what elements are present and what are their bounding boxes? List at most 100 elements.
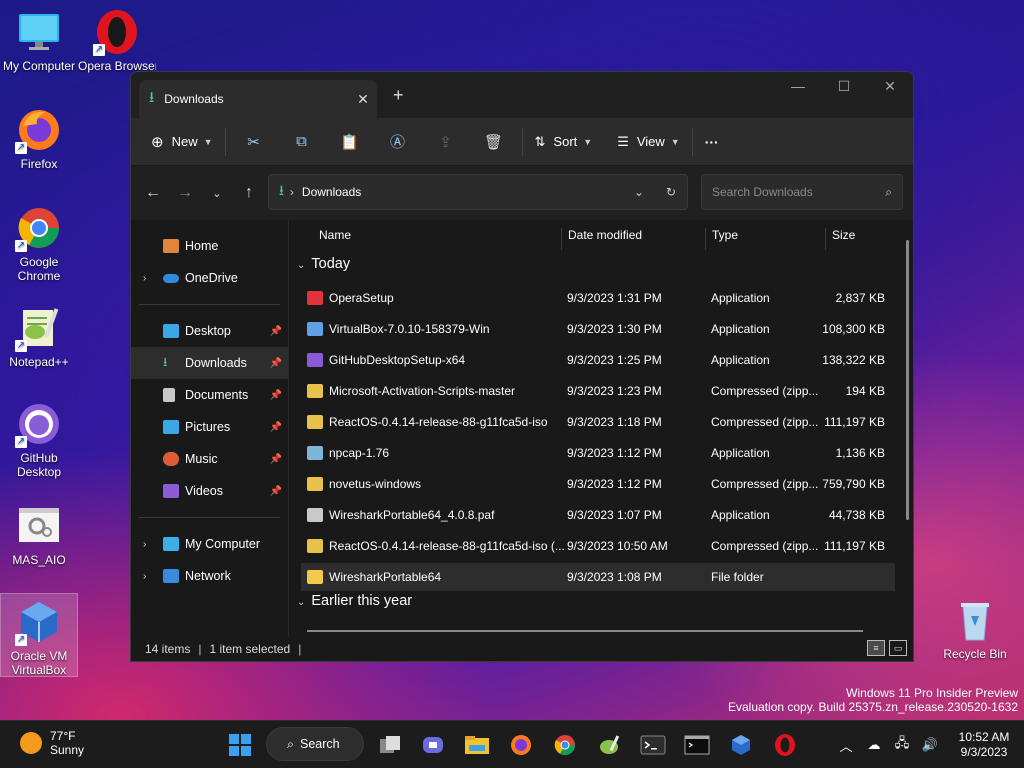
- desktop-icon-virtualbox[interactable]: ↗ Oracle VM VirtualBox: [0, 593, 78, 677]
- back-button[interactable]: ←: [137, 184, 169, 202]
- desktop-icon-firefox[interactable]: ↗ Firefox: [0, 102, 78, 171]
- file-row[interactable]: npcap-1.76 9/3/2023 1:12 PM Application 1,1…: [301, 439, 895, 467]
- delete-icon[interactable]: 🗑: [470, 125, 518, 159]
- copy-icon[interactable]: ⧉: [278, 125, 326, 159]
- recent-locations-button[interactable]: ⌄: [201, 187, 233, 200]
- vertical-scrollbar[interactable]: [906, 240, 909, 520]
- pin-icon[interactable]: 📌: [270, 326, 282, 337]
- search-input[interactable]: [712, 185, 886, 199]
- sidebar-item-onedrive[interactable]: › OneDrive: [131, 262, 288, 294]
- maximize-button[interactable]: ☐: [821, 72, 867, 102]
- notepadpp-icon[interactable]: [593, 729, 625, 761]
- refresh-icon[interactable]: ↻: [655, 185, 687, 199]
- weather-widget[interactable]: 77°F Sunny: [20, 729, 84, 757]
- pin-icon[interactable]: 📌: [270, 454, 282, 465]
- search-box[interactable]: ⌕: [701, 174, 903, 210]
- terminal-icon[interactable]: [637, 729, 669, 761]
- group-header-today[interactable]: ⌄ Today: [297, 256, 350, 272]
- column-header-size[interactable]: Size: [826, 228, 906, 250]
- chrome-icon[interactable]: [549, 729, 581, 761]
- desktop-icon-label: Firefox: [20, 157, 58, 171]
- clock[interactable]: 10:52 AM 9/3/2023: [944, 730, 1024, 760]
- close-window-button[interactable]: ✕: [867, 72, 913, 102]
- desktop-icon-chrome[interactable]: ↗ Google Chrome: [0, 200, 78, 283]
- pin-icon[interactable]: 📌: [270, 358, 282, 369]
- chevron-right-icon[interactable]: ›: [143, 571, 163, 582]
- sidebar-item-downloads[interactable]: ⭳ Downloads 📌: [131, 347, 288, 379]
- firefox-icon[interactable]: [505, 729, 537, 761]
- desktop-icon-notepadpp[interactable]: ↗ Notepad++: [0, 300, 78, 369]
- file-row[interactable]: WiresharkPortable64 9/3/2023 1:08 PM File …: [301, 563, 895, 591]
- new-tab-button[interactable]: +: [393, 85, 404, 106]
- pin-icon[interactable]: 📌: [270, 486, 282, 497]
- sidebar-item-videos[interactable]: Videos 📌: [131, 475, 288, 507]
- pin-icon[interactable]: 📌: [270, 422, 282, 433]
- task-view-icon[interactable]: [374, 729, 406, 761]
- search-icon[interactable]: ⌕: [885, 185, 892, 200]
- pin-icon[interactable]: 📌: [270, 390, 282, 401]
- file-row[interactable]: ReactOS-0.4.14-release-88-g11fca5d-iso (…: [301, 532, 895, 560]
- address-bar[interactable]: ⭳ › Downloads ⌄ ↻: [268, 174, 688, 210]
- opera-icon[interactable]: [769, 729, 801, 761]
- volume-icon[interactable]: 🔊: [916, 737, 944, 753]
- sidebar-item-network[interactable]: › Network: [131, 560, 288, 592]
- desktop-icon-mas-aio[interactable]: MAS_AIO: [0, 498, 78, 567]
- start-button[interactable]: [224, 729, 256, 761]
- view-button[interactable]: ☰ View ▼: [609, 125, 688, 159]
- sidebar-item-desktop[interactable]: Desktop 📌: [131, 315, 288, 347]
- column-header-type[interactable]: Type: [706, 228, 826, 250]
- file-row[interactable]: Microsoft-Activation-Scripts-master 9/3/2…: [301, 377, 895, 405]
- shortcut-arrow-icon: ↗: [15, 634, 27, 646]
- desktop-icon-label: Google Chrome: [17, 255, 61, 283]
- sort-button[interactable]: ⇅ Sort ▼: [527, 125, 601, 159]
- file-row[interactable]: GitHubDesktopSetup-x64 9/3/2023 1:25 PM Ap…: [301, 346, 895, 374]
- new-button[interactable]: ⊕ New ▼: [143, 125, 221, 159]
- share-icon[interactable]: ⇪: [422, 125, 470, 159]
- sidebar-item-documents[interactable]: Documents 📌: [131, 379, 288, 411]
- breadcrumb-path[interactable]: Downloads: [302, 185, 623, 199]
- chevron-down-icon[interactable]: ⌄: [623, 185, 655, 199]
- group-header-earlier[interactable]: ⌄ Earlier this year: [297, 593, 412, 609]
- desktop-icon-github[interactable]: ↗ GitHub Desktop: [0, 396, 78, 479]
- file-row[interactable]: WiresharkPortable64_4.0.8.paf 9/3/2023 1:…: [301, 501, 895, 529]
- virtualbox-icon[interactable]: [725, 729, 757, 761]
- file-row[interactable]: OperaSetup 9/3/2023 1:31 PM Application 2,8…: [301, 284, 895, 312]
- file-row[interactable]: novetus-windows 9/3/2023 1:12 PM Compresse…: [301, 470, 895, 498]
- sidebar-item-pictures[interactable]: Pictures 📌: [131, 411, 288, 443]
- teams-chat-icon[interactable]: [417, 729, 449, 761]
- paste-icon[interactable]: 📋: [326, 125, 374, 159]
- desktop-icon-my-computer[interactable]: My Computer: [0, 4, 78, 73]
- onedrive-icon[interactable]: ☁: [860, 737, 888, 753]
- sidebar-item-home[interactable]: Home: [131, 230, 288, 262]
- horizontal-scrollbar[interactable]: [307, 630, 863, 632]
- column-header-name[interactable]: Name: [313, 228, 562, 250]
- tab-downloads[interactable]: ⭳ Downloads ✕: [139, 80, 377, 118]
- chevron-up-icon[interactable]: ︿: [832, 736, 860, 755]
- column-header-date[interactable]: Date modified: [562, 228, 706, 250]
- sidebar-item-my-computer[interactable]: › My Computer: [131, 528, 288, 560]
- more-options-button[interactable]: ···: [697, 125, 727, 159]
- command-prompt-icon[interactable]: [681, 729, 713, 761]
- minimize-button[interactable]: —: [775, 72, 821, 102]
- chevron-right-icon[interactable]: ›: [143, 539, 163, 550]
- taskbar-search-button[interactable]: ⌕ Search: [266, 727, 364, 761]
- file-row[interactable]: ReactOS-0.4.14-release-88-g11fca5d-iso 9/…: [301, 408, 895, 436]
- desktop-icon-recycle-bin[interactable]: Recycle Bin: [936, 592, 1014, 661]
- up-button[interactable]: ↑: [233, 184, 265, 202]
- cut-icon[interactable]: ✂: [230, 125, 278, 159]
- details-view-button[interactable]: ≡: [867, 640, 885, 656]
- file-size: 759,790 KB: [822, 477, 885, 491]
- tiles-view-button[interactable]: ▭: [889, 640, 907, 656]
- close-tab-icon[interactable]: ✕: [349, 91, 377, 108]
- file-explorer-icon[interactable]: [461, 729, 493, 761]
- rename-icon[interactable]: Ⓐ: [374, 125, 422, 159]
- chevron-right-icon[interactable]: ›: [143, 273, 163, 284]
- desktop-icon-opera[interactable]: ↗ Opera Browser: [78, 4, 156, 73]
- sidebar-item-music[interactable]: Music 📌: [131, 443, 288, 475]
- file-row[interactable]: VirtualBox-7.0.10-158379-Win 9/3/2023 1:3…: [301, 315, 895, 343]
- network-icon[interactable]: 🖧: [888, 734, 916, 756]
- column-label: Name: [319, 228, 352, 242]
- clock-time: 10:52 AM: [958, 730, 1010, 744]
- chevron-down-icon: ⌄: [297, 260, 306, 271]
- forward-button[interactable]: →: [169, 184, 201, 202]
